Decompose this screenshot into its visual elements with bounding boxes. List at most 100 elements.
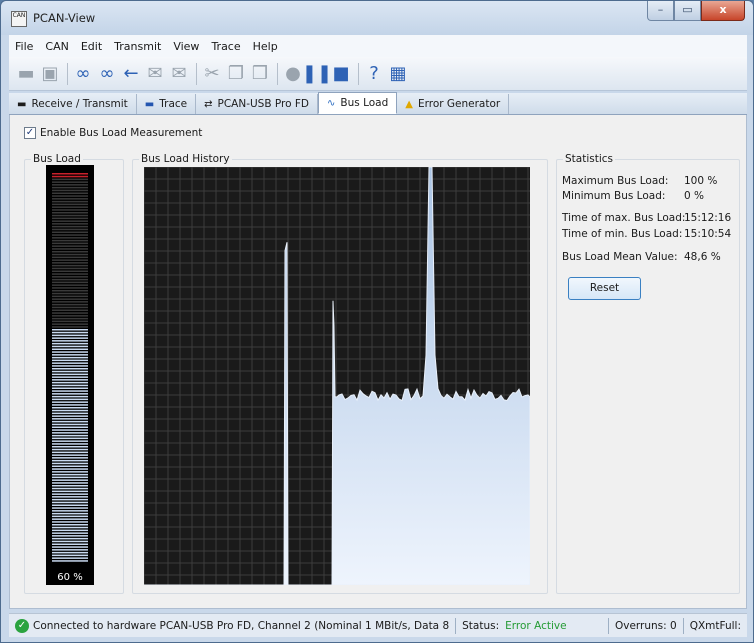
meter-segment bbox=[52, 315, 88, 317]
menu-edit[interactable]: Edit bbox=[81, 40, 102, 53]
mean-label: Bus Load Mean Value: bbox=[562, 251, 678, 263]
meter-segment bbox=[52, 501, 88, 504]
copy-icon[interactable]: ❐ bbox=[225, 63, 247, 85]
tab-label: Bus Load bbox=[340, 97, 389, 109]
enable-bus-load-checkbox[interactable]: ✓ bbox=[24, 127, 36, 139]
meter-segment bbox=[52, 446, 88, 448]
toolbar-separator bbox=[358, 62, 359, 85]
meter-segment bbox=[52, 264, 88, 267]
menu-help[interactable]: Help bbox=[253, 40, 278, 53]
status-label: Status: bbox=[462, 619, 500, 632]
meter-segment bbox=[52, 242, 88, 245]
meter-segment bbox=[52, 454, 88, 456]
save-icon[interactable]: ▣ bbox=[39, 63, 61, 85]
meter-segment bbox=[52, 320, 88, 323]
meter-segment bbox=[52, 496, 88, 498]
connect-icon[interactable]: ∞ bbox=[72, 63, 94, 85]
meter-segment bbox=[52, 473, 88, 476]
meter-segment bbox=[52, 554, 88, 557]
meter-segment bbox=[52, 175, 88, 178]
enable-bus-load-label: Enable Bus Load Measurement bbox=[40, 127, 203, 139]
menu-transmit[interactable]: Transmit bbox=[114, 40, 161, 53]
meter-segment bbox=[52, 490, 88, 493]
time-max-label: Time of max. Bus Load: bbox=[562, 212, 686, 224]
reset-button[interactable]: Reset bbox=[568, 277, 641, 300]
meter-segment bbox=[52, 426, 88, 428]
max-bus-load-label: Maximum Bus Load: bbox=[562, 175, 669, 187]
meter-segment bbox=[52, 526, 88, 529]
meter-segment bbox=[52, 173, 88, 175]
cut-icon[interactable]: ✂ bbox=[201, 63, 223, 85]
menu-trace[interactable]: Trace bbox=[211, 40, 240, 53]
meter-segment bbox=[52, 543, 88, 545]
meter-segment bbox=[52, 234, 88, 236]
meter-segment bbox=[52, 212, 88, 214]
connection-status-text: Connected to hardware PCAN-USB Pro FD, C… bbox=[33, 619, 450, 632]
menu-file[interactable]: File bbox=[15, 40, 33, 53]
meter-segment bbox=[52, 186, 88, 189]
maximize-button[interactable]: ▭ bbox=[674, 1, 701, 21]
info-icon[interactable]: ▦ bbox=[387, 63, 409, 85]
meter-segment bbox=[52, 206, 88, 208]
new-message-icon[interactable]: ✉ bbox=[144, 63, 166, 85]
time-min-label: Time of min. Bus Load: bbox=[562, 228, 683, 240]
overruns-text: Overruns: 0 bbox=[614, 619, 677, 632]
meter-segment bbox=[52, 326, 88, 328]
edit-message-icon[interactable]: ✉ bbox=[168, 63, 190, 85]
meter-segment bbox=[52, 309, 88, 311]
reset-hardware-icon[interactable]: ← bbox=[120, 63, 142, 85]
minimize-button[interactable]: – bbox=[647, 1, 674, 21]
meter-segment bbox=[52, 223, 88, 225]
meter-segment bbox=[52, 404, 88, 406]
meter-segment bbox=[52, 479, 88, 481]
meter-segment bbox=[52, 420, 88, 423]
menu-can[interactable]: CAN bbox=[45, 40, 68, 53]
record-icon[interactable]: ● bbox=[282, 63, 304, 85]
meter-segment bbox=[52, 418, 88, 420]
tab-bus-load[interactable]: ∿ Bus Load bbox=[318, 92, 398, 114]
paste-icon[interactable]: ❒ bbox=[249, 63, 271, 85]
meter-segment bbox=[52, 278, 88, 281]
meter-segment bbox=[52, 471, 88, 473]
meter-segment bbox=[52, 423, 88, 426]
help-icon[interactable]: ? bbox=[363, 63, 385, 85]
meter-segment bbox=[52, 195, 88, 197]
meter-segment bbox=[52, 251, 88, 253]
trace-icon: ▬ bbox=[144, 98, 155, 110]
meter-segment bbox=[52, 393, 88, 395]
meter-segment bbox=[52, 317, 88, 320]
meter-segment bbox=[52, 267, 88, 270]
tab-trace[interactable]: ▬ Trace bbox=[137, 94, 197, 114]
meter-segment bbox=[52, 295, 88, 298]
pause-icon[interactable]: ❚❚ bbox=[302, 63, 332, 85]
meter-segment bbox=[52, 398, 88, 401]
meter-segment bbox=[52, 337, 88, 339]
meter-segment bbox=[52, 178, 88, 181]
bus-load-meter: 60 % bbox=[46, 165, 94, 585]
meter-segment bbox=[52, 485, 88, 487]
meter-segment bbox=[52, 507, 88, 509]
meter-segment bbox=[52, 356, 88, 359]
meter-segment bbox=[52, 384, 88, 387]
title-bar[interactable]: CAN PCAN-View – ▭ x bbox=[1, 1, 753, 35]
open-icon[interactable]: ▬ bbox=[15, 63, 37, 85]
meter-segment bbox=[52, 535, 88, 537]
meter-segment bbox=[52, 334, 88, 337]
tab-pcan-usb-pro-fd[interactable]: ⇄ PCAN-USB Pro FD bbox=[196, 94, 319, 114]
tab-receive-transmit[interactable]: ▬ Receive / Transmit bbox=[9, 94, 137, 114]
toolbar: ▬ ▣ ∞ ∞ ← ✉ ✉ ✂ ❐ ❒ ● ❚❚ ■ ? ▦ bbox=[9, 57, 747, 91]
meter-segment bbox=[52, 510, 88, 512]
stop-icon[interactable]: ■ bbox=[330, 63, 352, 85]
window-title: PCAN-View bbox=[33, 11, 96, 25]
disconnect-icon[interactable]: ∞ bbox=[96, 63, 118, 85]
meter-segment bbox=[52, 462, 88, 465]
meter-segment bbox=[52, 540, 88, 543]
tab-error-generator[interactable]: ▲ Error Generator bbox=[397, 94, 510, 114]
enable-bus-load-row[interactable]: ✓ Enable Bus Load Measurement bbox=[24, 127, 202, 139]
menu-view[interactable]: View bbox=[173, 40, 199, 53]
close-button[interactable]: x bbox=[701, 1, 745, 21]
meter-segment bbox=[52, 359, 88, 362]
usb-icon: ⇄ bbox=[204, 98, 213, 110]
meter-segment bbox=[52, 546, 88, 548]
meter-segment bbox=[52, 292, 88, 295]
